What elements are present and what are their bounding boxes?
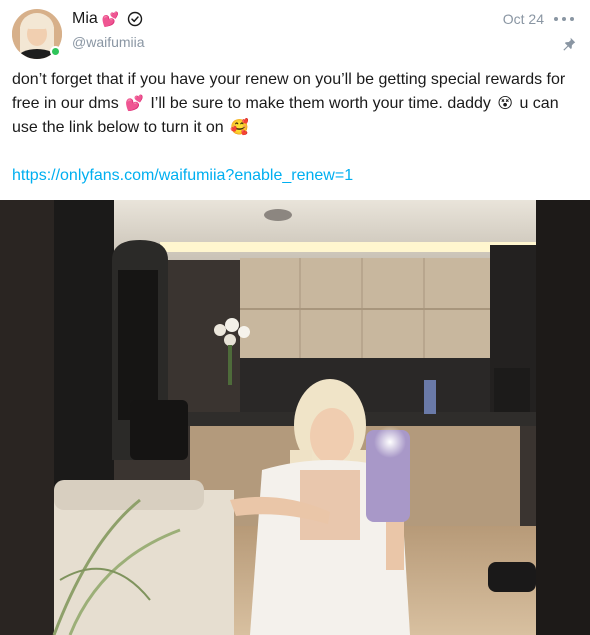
post-header: Mia 💕 @waifumiia Oct 24 xyxy=(0,0,590,66)
post-media-image[interactable] xyxy=(0,200,590,635)
post-date: Oct 24 xyxy=(502,11,544,27)
online-status-dot xyxy=(50,46,61,57)
post-text-part: I’ll be sure to make them worth your tim… xyxy=(150,95,491,112)
author-name-row: Mia 💕 xyxy=(72,9,143,29)
author-display-name[interactable]: Mia xyxy=(72,10,98,28)
media-photo xyxy=(0,200,590,635)
smiling-hearts-emoji: 🥰 xyxy=(230,119,249,136)
hearts-emoji: 💕 xyxy=(125,95,144,112)
verified-badge-icon xyxy=(128,11,143,27)
dizzy-face-emoji: 😵 xyxy=(497,95,513,112)
more-horizontal-icon[interactable] xyxy=(554,11,574,27)
pin-icon[interactable] xyxy=(561,36,577,52)
name-heart-emoji: 💕 xyxy=(101,11,120,27)
renew-link[interactable]: https://onlyfans.com/waifumiia?enable_re… xyxy=(12,164,353,188)
post-text: don’t forget that if you have your renew… xyxy=(12,68,578,140)
author-avatar[interactable] xyxy=(12,9,62,59)
author-username[interactable]: @waifumiia xyxy=(72,34,145,50)
